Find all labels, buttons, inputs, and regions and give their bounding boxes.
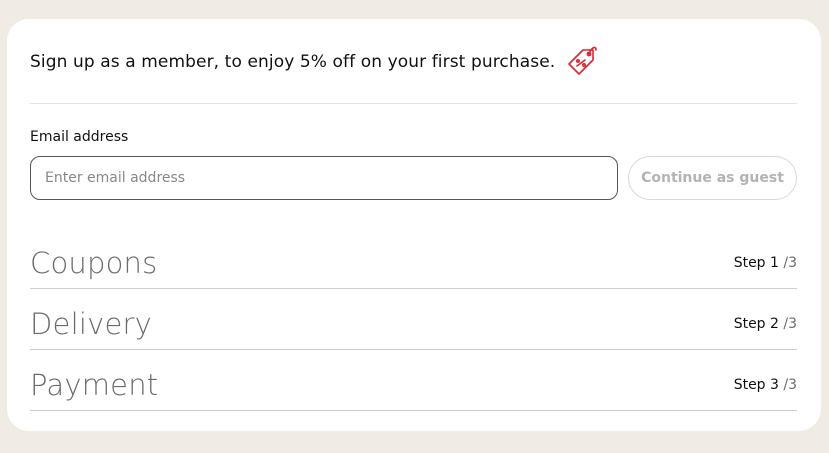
step-delivery[interactable]: Delivery Step 2 /3 — [30, 288, 797, 350]
checkout-card: Sign up as a member, to enjoy 5% off on … — [7, 19, 821, 431]
continue-as-guest-button[interactable]: Continue as guest — [628, 156, 797, 200]
step-counter: Step 1 /3 — [734, 255, 797, 271]
step-number: Step 1 — [733, 255, 779, 271]
step-number: Step 2 — [733, 316, 779, 332]
member-promo-text: Sign up as a member, to enjoy 5% off on … — [30, 52, 556, 72]
step-payment[interactable]: Payment Step 3 /3 — [30, 349, 797, 411]
email-input[interactable] — [30, 156, 618, 200]
step-counter: Step 2 /3 — [734, 316, 797, 332]
step-title: Delivery — [30, 307, 152, 341]
step-number: Step 3 — [733, 377, 779, 393]
step-total: /3 — [783, 255, 797, 271]
step-counter: Step 3 /3 — [734, 377, 797, 393]
checkout-card-content: Sign up as a member, to enjoy 5% off on … — [30, 19, 797, 431]
step-title: Payment — [30, 368, 159, 402]
promo-divider — [30, 103, 797, 104]
discount-tag-icon — [565, 42, 599, 76]
email-label: Email address — [30, 129, 129, 145]
step-coupons[interactable]: Coupons Step 1 /3 — [30, 227, 797, 289]
step-total: /3 — [783, 377, 797, 393]
step-title: Coupons — [30, 246, 158, 280]
step-total: /3 — [783, 316, 797, 332]
member-promo-banner: Sign up as a member, to enjoy 5% off on … — [30, 46, 599, 77]
